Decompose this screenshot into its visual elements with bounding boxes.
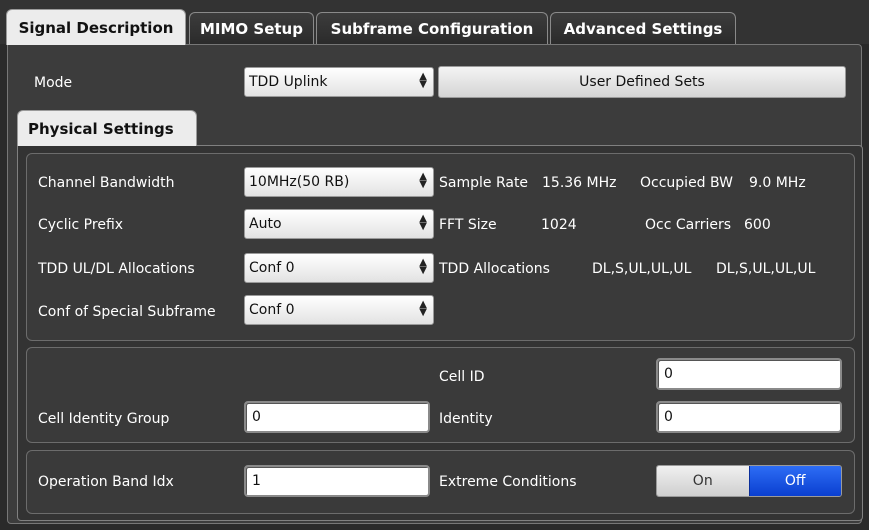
operation-band-value: 1 (252, 473, 261, 489)
occ-carriers-value: 600 (744, 217, 771, 233)
cell-id-input[interactable]: 0 (656, 358, 842, 390)
special-subframe-value: Conf 0 (249, 302, 295, 318)
updown-arrow-icon: ▲ ▼ (419, 213, 427, 232)
tab-physical-settings[interactable]: Physical Settings (17, 110, 197, 146)
identity-label: Identity (439, 411, 493, 427)
user-defined-sets-button[interactable]: User Defined Sets (438, 66, 846, 98)
occ-carriers-label: Occ Carriers (645, 217, 732, 233)
tab-signal-description[interactable]: Signal Description (6, 9, 186, 45)
extreme-conditions-label: Extreme Conditions (439, 474, 577, 490)
occupied-bw-label: Occupied BW (640, 175, 733, 191)
special-subframe-select[interactable]: Conf 0 ▲ ▼ (244, 295, 434, 325)
cell-identity-group-value: 0 (252, 409, 261, 425)
occupied-bw-value: 9.0 MHz (749, 175, 806, 191)
tdd-ul-dl-allocations-value: Conf 0 (249, 260, 295, 276)
operation-band-input[interactable]: 1 (244, 465, 430, 497)
sample-rate-label: Sample Rate (439, 175, 529, 191)
mode-select[interactable]: TDD Uplink ▲ ▼ (244, 67, 434, 97)
cyclic-prefix-select[interactable]: Auto ▲ ▼ (244, 209, 434, 239)
operation-band-label: Operation Band Idx (38, 474, 174, 490)
tdd-ul-dl-allocations-select[interactable]: Conf 0 ▲ ▼ (244, 253, 434, 283)
tab-bar: Signal Description MIMO Setup Subframe C… (0, 0, 869, 45)
tdd-allocations-label: TDD Allocations (439, 261, 550, 277)
channel-bandwidth-select[interactable]: 10MHz(50 RB) ▲ ▼ (244, 167, 434, 197)
updown-arrow-icon: ▲ ▼ (419, 299, 427, 318)
tdd-allocations-value-1: DL,S,UL,UL,UL (592, 261, 692, 277)
identity-value: 0 (664, 409, 673, 425)
tdd-ul-dl-allocations-label: TDD UL/DL Allocations (38, 261, 195, 277)
extreme-conditions-toggle[interactable]: On Off (656, 465, 842, 497)
updown-arrow-icon: ▲ ▼ (419, 171, 427, 190)
cell-id-label: Cell ID (439, 369, 485, 385)
fft-size-label: FFT Size (439, 217, 497, 233)
tab-subframe-configuration[interactable]: Subframe Configuration (316, 12, 548, 44)
sample-rate-value: 15.36 MHz (542, 175, 617, 191)
updown-arrow-icon: ▲ ▼ (419, 257, 427, 276)
special-subframe-label: Conf of Special Subframe (38, 304, 216, 320)
mode-label: Mode (34, 75, 73, 91)
identity-input[interactable]: 0 (656, 401, 842, 433)
mode-value: TDD Uplink (249, 74, 328, 90)
cyclic-prefix-value: Auto (249, 216, 282, 232)
cyclic-prefix-label: Cyclic Prefix (38, 217, 124, 233)
cell-identity-group-label: Cell Identity Group (38, 411, 170, 427)
channel-bandwidth-value: 10MHz(50 RB) (249, 174, 350, 190)
cell-id-value: 0 (664, 366, 673, 382)
extreme-off-option[interactable]: Off (748, 466, 841, 496)
tab-mimo-setup[interactable]: MIMO Setup (189, 12, 314, 44)
tdd-allocations-value-2: DL,S,UL,UL,UL (716, 261, 816, 277)
signal-description-panel: Mode TDD Uplink ▲ ▼ User Defined Sets Phy… (7, 44, 863, 524)
channel-bandwidth-label: Channel Bandwidth (38, 175, 175, 191)
cell-identity-group-input[interactable]: 0 (244, 401, 430, 433)
tab-advanced-settings[interactable]: Advanced Settings (550, 12, 736, 44)
extreme-on-option[interactable]: On (657, 466, 749, 496)
updown-arrow-icon: ▲ ▼ (419, 71, 427, 90)
fft-size-value: 1024 (541, 217, 577, 233)
